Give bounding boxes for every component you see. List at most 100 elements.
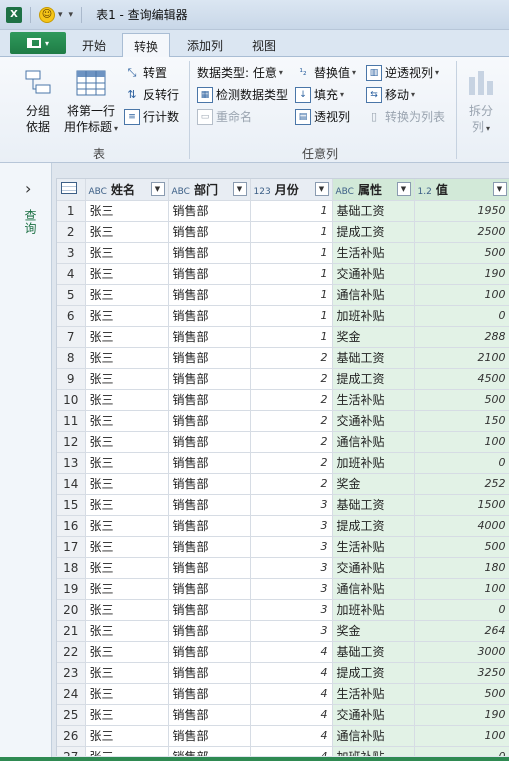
row-number[interactable]: 19 (57, 578, 86, 600)
cell-name[interactable]: 张三 (85, 452, 169, 474)
cell-month[interactable]: 2 (250, 473, 333, 495)
cell-name[interactable]: 张三 (85, 410, 169, 432)
cell-department[interactable]: 销售部 (168, 389, 251, 411)
table-row[interactable]: 10 张三 销售部 2 生活补贴 500 (57, 389, 509, 411)
row-number[interactable]: 12 (57, 431, 86, 453)
cell-department[interactable]: 销售部 (168, 494, 251, 516)
cell-department[interactable]: 销售部 (168, 410, 251, 432)
cell-department[interactable]: 销售部 (168, 725, 251, 747)
table-menu-header[interactable] (57, 179, 86, 201)
cell-month[interactable]: 1 (250, 242, 333, 264)
row-number[interactable]: 14 (57, 473, 86, 495)
count-rows-button[interactable]: ≡ 行计数 (124, 108, 179, 125)
table-row[interactable]: 9 张三 销售部 2 提成工资 4500 (57, 368, 509, 390)
cell-attribute[interactable]: 提成工资 (332, 221, 415, 243)
cell-name[interactable]: 张三 (85, 746, 169, 756)
cell-name[interactable]: 张三 (85, 536, 169, 558)
expand-queries-chevron-icon[interactable]: › (25, 179, 31, 198)
cell-department[interactable]: 销售部 (168, 515, 251, 537)
cell-department[interactable]: 销售部 (168, 431, 251, 453)
row-number[interactable]: 3 (57, 242, 86, 264)
cell-department[interactable]: 销售部 (168, 641, 251, 663)
cell-name[interactable]: 张三 (85, 326, 169, 348)
cell-month[interactable]: 3 (250, 515, 333, 537)
fill-button[interactable]: ↓ 填充 ▾ (295, 86, 344, 103)
table-row[interactable]: 4 张三 销售部 1 交通补贴 190 (57, 263, 509, 285)
text-type-icon[interactable]: ABC (172, 187, 190, 197)
cell-month[interactable]: 2 (250, 389, 333, 411)
cell-name[interactable]: 张三 (85, 578, 169, 600)
customize-quick-access-icon[interactable]: ▾ (69, 10, 74, 20)
cell-value[interactable]: 264 (414, 620, 509, 642)
cell-department[interactable]: 销售部 (168, 326, 251, 348)
cell-department[interactable]: 销售部 (168, 683, 251, 705)
cell-month[interactable]: 1 (250, 305, 333, 327)
cell-value[interactable]: 0 (414, 746, 509, 756)
cell-attribute[interactable]: 提成工资 (332, 368, 415, 390)
cell-value[interactable]: 4500 (414, 368, 509, 390)
cell-name[interactable]: 张三 (85, 263, 169, 285)
cell-value[interactable]: 3250 (414, 662, 509, 684)
filter-dropdown-icon[interactable]: ▼ (150, 182, 165, 197)
pivot-column-button[interactable]: ▤ 透视列 (295, 108, 350, 125)
cell-name[interactable]: 张三 (85, 599, 169, 621)
cell-month[interactable]: 4 (250, 641, 333, 663)
cell-attribute[interactable]: 基础工资 (332, 200, 415, 222)
cell-value[interactable]: 100 (414, 725, 509, 747)
row-number[interactable]: 16 (57, 515, 86, 537)
cell-month[interactable]: 4 (250, 746, 333, 756)
table-row[interactable]: 7 张三 销售部 1 奖金 288 (57, 326, 509, 348)
filter-dropdown-icon[interactable]: ▼ (396, 182, 411, 197)
text-type-icon[interactable]: ABC (336, 187, 354, 197)
cell-attribute[interactable]: 通信补贴 (332, 284, 415, 306)
cell-attribute[interactable]: 奖金 (332, 473, 415, 495)
cell-department[interactable]: 销售部 (168, 305, 251, 327)
cell-value[interactable]: 2100 (414, 347, 509, 369)
table-row[interactable]: 26 张三 销售部 4 通信补贴 100 (57, 725, 509, 747)
cell-attribute[interactable]: 基础工资 (332, 494, 415, 516)
row-number[interactable]: 24 (57, 683, 86, 705)
filter-dropdown-icon[interactable]: ▼ (492, 182, 507, 197)
cell-month[interactable]: 3 (250, 557, 333, 579)
cell-name[interactable]: 张三 (85, 221, 169, 243)
cell-name[interactable]: 张三 (85, 431, 169, 453)
cell-name[interactable]: 张三 (85, 725, 169, 747)
cell-name[interactable]: 张三 (85, 305, 169, 327)
table-row[interactable]: 3 张三 销售部 1 生活补贴 500 (57, 242, 509, 264)
cell-name[interactable]: 张三 (85, 557, 169, 579)
cell-department[interactable]: 销售部 (168, 347, 251, 369)
cell-attribute[interactable]: 加班补贴 (332, 599, 415, 621)
table-row[interactable]: 15 张三 销售部 3 基础工资 1500 (57, 494, 509, 516)
cell-name[interactable]: 张三 (85, 683, 169, 705)
cell-department[interactable]: 销售部 (168, 599, 251, 621)
row-number[interactable]: 7 (57, 326, 86, 348)
cell-attribute[interactable]: 通信补贴 (332, 725, 415, 747)
row-number[interactable]: 20 (57, 599, 86, 621)
cell-month[interactable]: 4 (250, 662, 333, 684)
cell-attribute[interactable]: 通信补贴 (332, 578, 415, 600)
row-number[interactable]: 22 (57, 641, 86, 663)
cell-value[interactable]: 0 (414, 599, 509, 621)
cell-attribute[interactable]: 提成工资 (332, 515, 415, 537)
table-row[interactable]: 8 张三 销售部 2 基础工资 2100 (57, 347, 509, 369)
whole-number-type-icon[interactable]: 123 (254, 187, 271, 197)
row-number[interactable]: 17 (57, 536, 86, 558)
rename-button[interactable]: ▭ 重命名 (197, 108, 252, 125)
cell-attribute[interactable]: 交通补贴 (332, 410, 415, 432)
cell-value[interactable]: 100 (414, 578, 509, 600)
data-type-dropdown[interactable]: 数据类型: 任意 ▾ (197, 64, 283, 81)
cell-month[interactable]: 4 (250, 725, 333, 747)
table-row[interactable]: 23 张三 销售部 4 提成工资 3250 (57, 662, 509, 684)
table-row[interactable]: 18 张三 销售部 3 交通补贴 180 (57, 557, 509, 579)
row-number[interactable]: 2 (57, 221, 86, 243)
chevron-down-icon[interactable]: ▾ (114, 124, 118, 133)
table-row[interactable]: 27张三销售部4加班补贴0 (57, 746, 509, 756)
cell-department[interactable]: 销售部 (168, 704, 251, 726)
row-number[interactable]: 9 (57, 368, 86, 390)
row-number[interactable]: 1 (57, 200, 86, 222)
cell-department[interactable]: 销售部 (168, 284, 251, 306)
cell-department[interactable]: 销售部 (168, 368, 251, 390)
cell-attribute[interactable]: 交通补贴 (332, 557, 415, 579)
cell-attribute[interactable]: 奖金 (332, 326, 415, 348)
cell-name[interactable]: 张三 (85, 368, 169, 390)
